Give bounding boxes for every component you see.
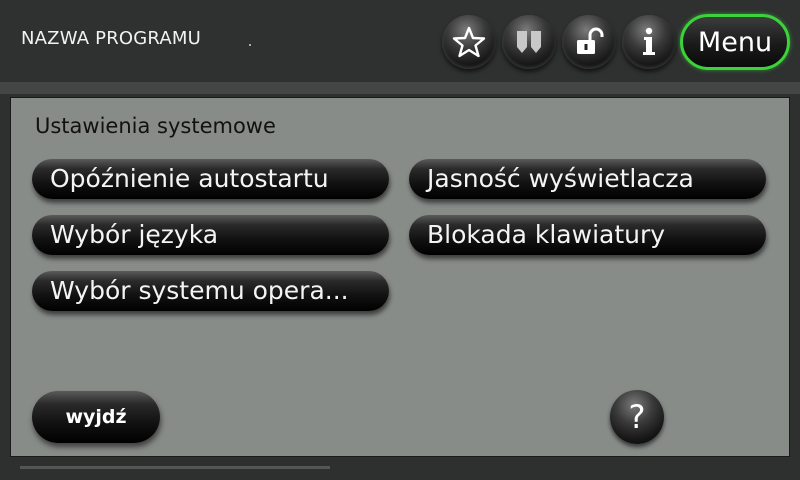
language-select-button[interactable]: Wybór języka (32, 215, 389, 255)
display-brightness-button[interactable]: Jasność wyświetlacza (409, 159, 766, 199)
menu-button[interactable]: Menu (680, 14, 790, 70)
book-icon (517, 31, 541, 53)
info-icon (643, 27, 655, 55)
os-select-button[interactable]: Wybór systemu opera... (32, 271, 389, 311)
book-button[interactable] (502, 15, 556, 69)
bottom-divider (20, 466, 330, 469)
exit-button[interactable]: wyjdź (32, 391, 160, 443)
favorites-button[interactable] (442, 15, 496, 69)
unlock-button[interactable] (562, 15, 616, 69)
app-title: NAZWA PROGRAMU (21, 28, 202, 49)
star-icon (452, 26, 486, 58)
unlock-icon (577, 27, 604, 54)
keyboard-lock-button[interactable]: Blokada klawiatury (409, 215, 766, 255)
autostart-delay-button[interactable]: Opóźnienie autostartu (32, 159, 389, 199)
info-button[interactable] (622, 15, 676, 69)
help-button[interactable]: ? (610, 390, 664, 444)
top-bar: NAZWA PROGRAMU Menu (0, 0, 800, 82)
settings-panel: Ustawienia systemowe Opóźnienie autostar… (10, 97, 790, 457)
decorative-dot (249, 44, 251, 46)
panel-title: Ustawienia systemowe (35, 114, 276, 138)
header-divider (0, 82, 800, 94)
